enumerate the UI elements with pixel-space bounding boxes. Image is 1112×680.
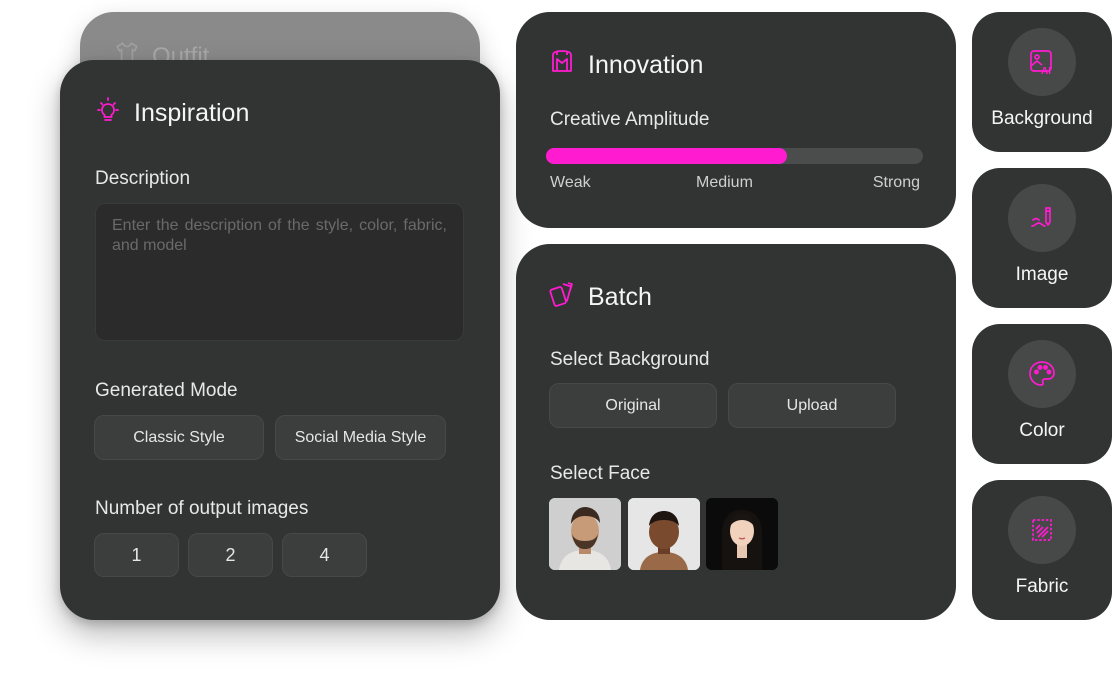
innovation-title: Innovation [588, 51, 704, 79]
inspiration-card: Inspiration Description Enter the descri… [60, 60, 500, 620]
face-thumbnail-child[interactable] [628, 498, 700, 570]
color-tile-label: Color [1019, 420, 1065, 441]
select-face-label: Select Face [550, 463, 651, 484]
creative-amplitude-slider[interactable] [546, 148, 923, 164]
social-media-style-button[interactable]: Social Media Style [275, 415, 446, 460]
face-thumbnail-woman[interactable] [706, 498, 778, 570]
fabric-tile-label: Fabric [1015, 576, 1069, 597]
innovation-card: Innovation Creative Amplitude Weak Mediu… [516, 12, 956, 228]
face-thumbnail-man[interactable] [549, 498, 621, 570]
select-background-label: Select Background [550, 349, 710, 370]
tick-weak: Weak [550, 174, 591, 191]
background-tile-label: Background [991, 108, 1093, 129]
classic-style-button[interactable]: Classic Style [94, 415, 264, 460]
color-tile[interactable]: Color [972, 324, 1112, 464]
background-tile[interactable]: AI Background [972, 12, 1112, 152]
svg-text:AI: AI [1041, 66, 1051, 77]
tick-medium: Medium [696, 174, 753, 191]
original-button[interactable]: Original [549, 383, 717, 428]
fabric-icon [1008, 496, 1076, 564]
lightbulb-icon [94, 96, 122, 131]
count-4-button[interactable]: 4 [282, 533, 367, 577]
tick-strong: Strong [872, 174, 920, 191]
description-label: Description [95, 168, 191, 189]
description-input[interactable]: Enter the description of the style, colo… [95, 203, 464, 341]
fabric-tile[interactable]: Fabric [972, 480, 1112, 620]
image-tile[interactable]: Image [972, 168, 1112, 308]
count-1-button[interactable]: 1 [94, 533, 179, 577]
mannequin-icon [548, 48, 576, 83]
count-2-button[interactable]: 2 [188, 533, 273, 577]
upload-button[interactable]: Upload [728, 383, 896, 428]
output-count-label: Number of output images [95, 498, 309, 519]
batch-title: Batch [588, 283, 652, 311]
ai-image-icon: AI [1008, 28, 1076, 96]
palette-icon [1008, 340, 1076, 408]
batch-card: Batch Select Background Original Upload … [516, 244, 956, 620]
generated-mode-label: Generated Mode [95, 380, 238, 401]
pen-icon [1008, 184, 1076, 252]
inspiration-title: Inspiration [134, 99, 250, 127]
cards-icon [548, 280, 576, 315]
image-tile-label: Image [1015, 264, 1069, 285]
creative-amplitude-label: Creative Amplitude [550, 109, 710, 130]
slider-fill [546, 148, 788, 164]
